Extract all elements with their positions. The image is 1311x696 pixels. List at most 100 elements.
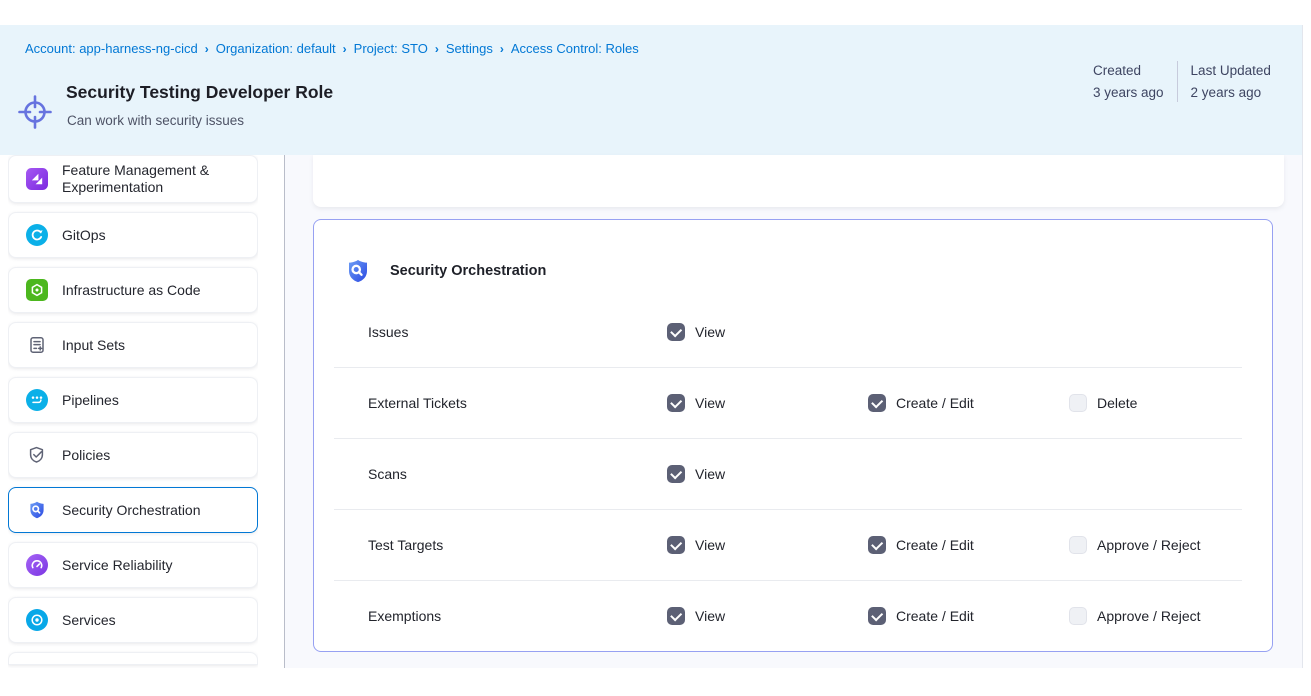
sidebar-item-service-reliability[interactable]: Service Reliability bbox=[8, 542, 258, 588]
sidebar-item-partial[interactable] bbox=[8, 652, 258, 665]
breadcrumb-link-settings[interactable]: Settings bbox=[446, 41, 493, 56]
permission-cell: View bbox=[667, 323, 868, 341]
last-updated-label: Last Updated bbox=[1191, 61, 1271, 80]
sidebar-item-policies[interactable]: Policies bbox=[8, 432, 258, 478]
permission-label: Delete bbox=[1097, 395, 1137, 411]
infrastructure-as-code-icon bbox=[26, 279, 48, 301]
created-value: 3 years ago bbox=[1093, 83, 1164, 102]
sidebar-item-label: Service Reliability bbox=[62, 557, 172, 574]
permission-label: Create / Edit bbox=[896, 608, 974, 624]
permission-label: View bbox=[695, 466, 725, 482]
permission-cell: Delete bbox=[1069, 394, 1272, 412]
permission-label: View bbox=[695, 395, 725, 411]
page: Account: app-harness-ng-cicd › Organizatio… bbox=[0, 0, 1311, 696]
permission-cell: View bbox=[667, 394, 868, 412]
content-right-border bbox=[1302, 25, 1303, 668]
sidebar-scrollbar[interactable] bbox=[284, 155, 285, 668]
breadcrumb-link-account[interactable]: Account: app-harness-ng-cicd bbox=[25, 41, 198, 56]
permission-cell: Create / Edit bbox=[868, 394, 1069, 412]
panel-title: Security Orchestration bbox=[390, 263, 546, 279]
sidebar-item-infrastructure-as-code[interactable]: Infrastructure as Code bbox=[8, 267, 258, 313]
role-target-icon bbox=[12, 89, 58, 135]
sidebar-item-label: Pipelines bbox=[62, 392, 119, 409]
page-subtitle: Can work with security issues bbox=[67, 113, 244, 128]
create-edit-checkbox[interactable] bbox=[868, 607, 886, 625]
meta-divider bbox=[1177, 61, 1178, 102]
permissions-table: IssuesViewExternal TicketsViewCreate / E… bbox=[314, 297, 1272, 651]
module-sidebar: Feature Management & Experimentation GitO… bbox=[8, 155, 258, 668]
resource-label: Test Targets bbox=[368, 537, 667, 553]
create-edit-checkbox[interactable] bbox=[868, 394, 886, 412]
permission-cell: Create / Edit bbox=[868, 536, 1069, 554]
delete-checkbox[interactable] bbox=[1069, 394, 1087, 412]
view-checkbox[interactable] bbox=[667, 536, 685, 554]
sidebar-item-security-orchestration[interactable]: Security Orchestration bbox=[8, 487, 258, 533]
permission-cell: Approve / Reject bbox=[1069, 607, 1272, 625]
view-checkbox[interactable] bbox=[667, 465, 685, 483]
breadcrumb-separator-icon: › bbox=[500, 42, 504, 56]
page-header: Account: app-harness-ng-cicd › Organizatio… bbox=[0, 25, 1302, 155]
permission-label: Create / Edit bbox=[896, 537, 974, 553]
security-orchestration-shield-icon bbox=[343, 255, 373, 287]
permission-row-scans: Scans View bbox=[314, 439, 1272, 509]
create-edit-checkbox[interactable] bbox=[868, 536, 886, 554]
permission-cell: Create / Edit bbox=[868, 607, 1069, 625]
permission-label: Create / Edit bbox=[896, 395, 974, 411]
view-checkbox[interactable] bbox=[667, 394, 685, 412]
breadcrumb: Account: app-harness-ng-cicd › Organizatio… bbox=[25, 41, 639, 56]
sidebar-item-pipelines[interactable]: Pipelines bbox=[8, 377, 258, 423]
permission-cell: View bbox=[667, 536, 868, 554]
last-updated-value: 2 years ago bbox=[1191, 83, 1271, 102]
sidebar-item-gitops[interactable]: GitOps bbox=[8, 212, 258, 258]
view-checkbox[interactable] bbox=[667, 607, 685, 625]
breadcrumb-link-access-control[interactable]: Access Control: Roles bbox=[511, 41, 639, 56]
approve-reject-checkbox[interactable] bbox=[1069, 536, 1087, 554]
sidebar-item-services[interactable]: Services bbox=[8, 597, 258, 643]
view-checkbox[interactable] bbox=[667, 323, 685, 341]
sidebar-item-label: Infrastructure as Code bbox=[62, 282, 201, 299]
security-orchestration-panel: Security Orchestration IssuesViewExterna… bbox=[313, 219, 1273, 652]
sidebar-item-input-sets[interactable]: Input Sets bbox=[8, 322, 258, 368]
permission-label: Approve / Reject bbox=[1097, 608, 1201, 624]
created-label: Created bbox=[1093, 61, 1164, 80]
permission-row-test-targets: Test Targets View Create / Edit Approve / R… bbox=[314, 510, 1272, 580]
sidebar-item-feature-management-experimentation[interactable]: Feature Management & Experimentation bbox=[8, 155, 258, 203]
permission-row-issues: Issues View bbox=[314, 297, 1272, 367]
resource-label: Exemptions bbox=[368, 608, 667, 624]
service-reliability-icon bbox=[26, 554, 48, 576]
permission-row-external-tickets: External TicketsViewCreate / EditDelete bbox=[314, 368, 1272, 438]
sidebar-item-label: Input Sets bbox=[62, 337, 125, 354]
permission-row-exemptions: Exemptions View Create / Edit Approve / Rej… bbox=[314, 581, 1272, 651]
resource-label: Issues bbox=[368, 324, 667, 340]
permission-label: View bbox=[695, 324, 725, 340]
feature-management-icon bbox=[26, 168, 48, 190]
input-sets-icon bbox=[26, 334, 48, 356]
sidebar-item-label: GitOps bbox=[62, 227, 106, 244]
breadcrumb-separator-icon: › bbox=[205, 42, 209, 56]
permission-label: Approve / Reject bbox=[1097, 537, 1201, 553]
permission-label: View bbox=[695, 537, 725, 553]
permission-cell: View bbox=[667, 465, 868, 483]
permission-label: View bbox=[695, 608, 725, 624]
policies-icon bbox=[26, 444, 48, 466]
meta-block: Created 3 years ago Last Updated 2 years… bbox=[1093, 61, 1271, 102]
breadcrumb-separator-icon: › bbox=[435, 42, 439, 56]
breadcrumb-separator-icon: › bbox=[343, 42, 347, 56]
sidebar-item-label: Policies bbox=[62, 447, 110, 464]
breadcrumb-link-organization[interactable]: Organization: default bbox=[216, 41, 336, 56]
security-orchestration-icon bbox=[26, 499, 48, 521]
services-icon bbox=[26, 609, 48, 631]
gitops-icon bbox=[26, 224, 48, 246]
previous-permissions-card bbox=[313, 155, 1284, 207]
pipelines-icon bbox=[26, 389, 48, 411]
permission-cell: Approve / Reject bbox=[1069, 536, 1272, 554]
sidebar-item-label: Security Orchestration bbox=[62, 502, 201, 519]
permission-cell: View bbox=[667, 607, 868, 625]
sidebar-item-label: Feature Management & Experimentation bbox=[62, 162, 245, 196]
resource-label: Scans bbox=[368, 466, 667, 482]
sidebar-item-label: Services bbox=[62, 612, 116, 629]
panel-header: Security Orchestration bbox=[314, 220, 1272, 297]
approve-reject-checkbox[interactable] bbox=[1069, 607, 1087, 625]
page-title: Security Testing Developer Role bbox=[66, 82, 333, 103]
breadcrumb-link-project[interactable]: Project: STO bbox=[354, 41, 428, 56]
